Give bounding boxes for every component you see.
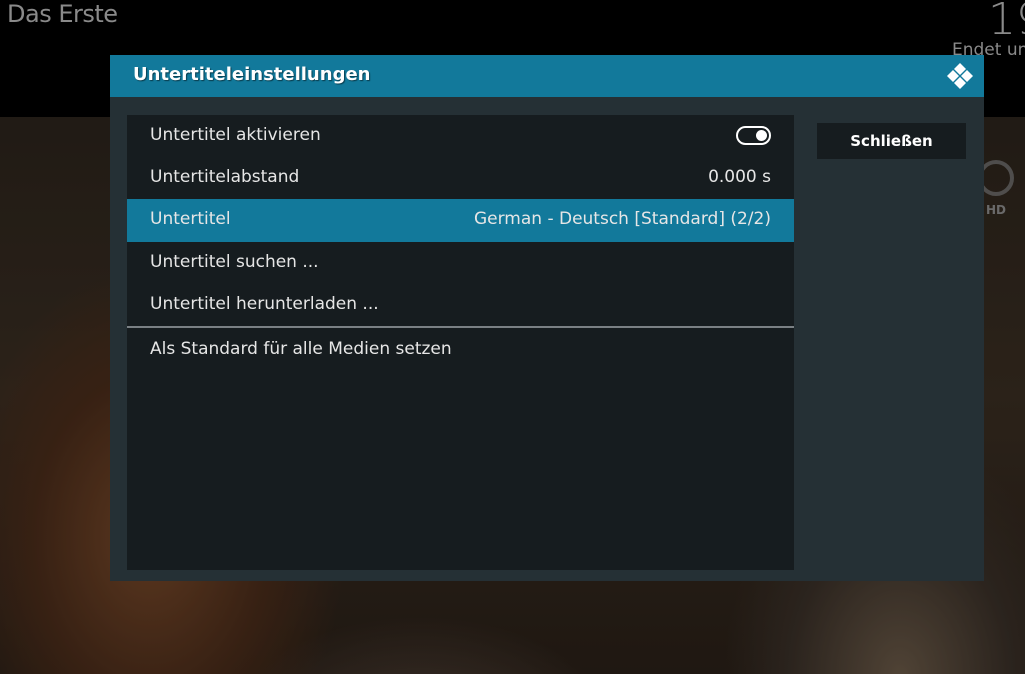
setting-label: Untertitel suchen ...: [150, 252, 319, 272]
subtitle-settings-dialog: Untertiteleinstellungen Untertitel aktiv…: [110, 55, 984, 581]
list-divider: [127, 326, 794, 328]
setting-value: German - Deutsch [Standard] (2/2): [473, 209, 771, 229]
setting-label: Untertitel herunterladen ...: [150, 294, 379, 314]
settings-list: Untertitel aktivieren Untertitelabstand …: [127, 115, 794, 570]
setting-subtitle-delay[interactable]: Untertitelabstand 0.000 s: [127, 157, 794, 200]
hd-badge: HD: [986, 203, 1007, 217]
setting-subtitle-stream[interactable]: Untertitel German - Deutsch [Standard] (…: [127, 199, 794, 242]
setting-download-subtitles[interactable]: Untertitel herunterladen ...: [127, 284, 794, 327]
close-button[interactable]: Schließen: [817, 123, 966, 159]
dialog-header: Untertiteleinstellungen: [110, 55, 984, 97]
clock: 19: [988, 0, 1025, 45]
enable-subtitles-toggle[interactable]: [736, 126, 771, 145]
setting-set-as-default[interactable]: Als Standard für alle Medien setzen: [127, 329, 794, 372]
setting-label: Untertitel aktivieren: [150, 125, 321, 145]
setting-label: Untertitel: [150, 209, 231, 229]
setting-label: Untertitelabstand: [150, 167, 300, 187]
dialog-title: Untertiteleinstellungen: [133, 64, 371, 85]
media-player-screen: Das Erste 19 Endet um HD Untertiteleinst…: [0, 0, 1025, 674]
setting-search-subtitles[interactable]: Untertitel suchen ...: [127, 242, 794, 285]
setting-enable-subtitles[interactable]: Untertitel aktivieren: [127, 115, 794, 158]
kodi-logo-icon: [947, 63, 973, 89]
setting-value: 0.000 s: [708, 167, 771, 187]
channel-name: Das Erste: [7, 0, 118, 28]
setting-label: Als Standard für alle Medien setzen: [150, 339, 452, 359]
toggle-knob: [756, 130, 767, 141]
